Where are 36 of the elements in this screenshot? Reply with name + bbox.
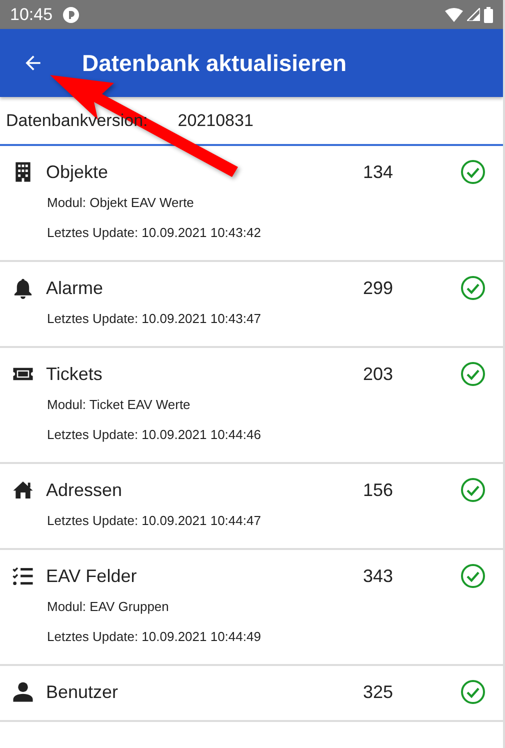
last-update-text: Letztes Update: 10.09.2021 10:44:47 bbox=[46, 512, 262, 530]
wifi-icon bbox=[445, 8, 463, 22]
last-update-text: Letztes Update: 10.09.2021 10:43:42 bbox=[46, 224, 262, 242]
list-item[interactable]: Adressen 156 Letztes Update: 10.09.2021 10:44:47 bbox=[0, 464, 503, 550]
signal-icon bbox=[467, 8, 480, 21]
list-item[interactable]: Alarme 299 Letztes Update: 10.09.2021 10:43:47 bbox=[0, 262, 503, 348]
item-count: 203 bbox=[363, 364, 394, 384]
item-count: 325 bbox=[363, 682, 394, 702]
bell-icon bbox=[12, 277, 34, 299]
version-value: 20210831 bbox=[178, 110, 254, 130]
checklist-icon bbox=[12, 565, 34, 587]
person-icon bbox=[12, 681, 34, 703]
list-item[interactable]: Benutzer 325 bbox=[0, 666, 503, 722]
last-update-text: Letztes Update: 10.09.2021 10:44:49 bbox=[46, 628, 262, 646]
item-title: Tickets bbox=[46, 364, 104, 384]
last-update-text: Letztes Update: 10.09.2021 10:43:47 bbox=[46, 310, 262, 328]
house-icon bbox=[12, 479, 34, 501]
item-title: EAV Felder bbox=[46, 566, 138, 586]
item-count: 299 bbox=[363, 278, 394, 298]
item-title: Benutzer bbox=[46, 682, 120, 702]
list-item[interactable]: Tickets 203 Modul: Ticket EAV Werte Letztes Update: 10.09.2021 10:44:46 bbox=[0, 348, 503, 464]
item-count: 156 bbox=[363, 480, 394, 500]
list-item[interactable]: EAV Felder 343 Modul: EAV Gruppen Letztes Update: 10.09.2021 10:44:49 bbox=[0, 550, 503, 666]
item-title: Adressen bbox=[46, 480, 124, 500]
status-time: 10:45 bbox=[10, 4, 53, 24]
item-title: Alarme bbox=[46, 278, 104, 298]
item-title: Objekte bbox=[46, 162, 110, 182]
app-notification-icon bbox=[62, 6, 79, 22]
item-count: 343 bbox=[363, 566, 394, 586]
module-text: Modul: Objekt EAV Werte bbox=[46, 194, 195, 212]
screen-title: Datenbank aktualisieren bbox=[82, 50, 347, 76]
module-text: Modul: EAV Gruppen bbox=[46, 598, 170, 616]
module-text: Modul: Ticket EAV Werte bbox=[46, 396, 192, 414]
battery-icon bbox=[484, 6, 493, 22]
last-update-text: Letztes Update: 10.09.2021 10:44:46 bbox=[46, 426, 262, 444]
item-count: 134 bbox=[363, 162, 394, 182]
